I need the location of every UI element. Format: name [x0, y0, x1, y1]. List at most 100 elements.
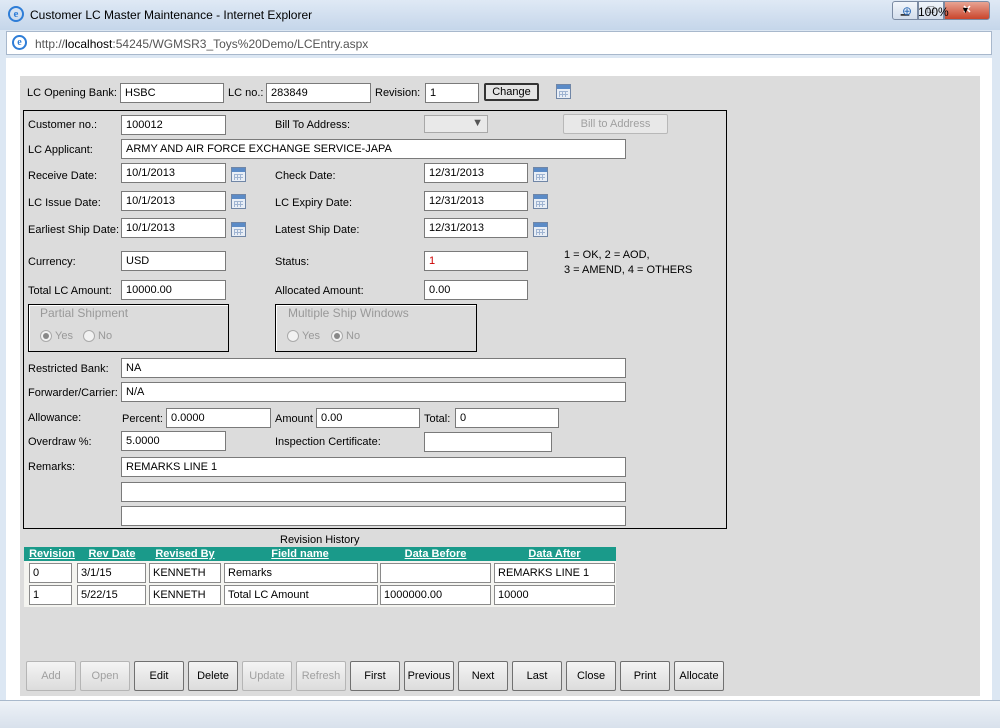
chevron-down-icon: ▼ [472, 117, 483, 129]
percent-label: Percent: [122, 413, 163, 425]
first-button[interactable]: First [350, 661, 400, 691]
lc-applicant-label: LC Applicant: [28, 144, 93, 156]
edit-button[interactable]: Edit [134, 661, 184, 691]
allocated-amount-label: Allocated Amount: [275, 285, 364, 297]
allowance-total-label: Total: [424, 413, 451, 425]
zoom-icon[interactable]: ⊕ [902, 4, 912, 18]
multi-no-label: No [346, 330, 361, 342]
partial-no-radio[interactable] [83, 330, 95, 342]
col-header-revision[interactable]: Revision [24, 547, 80, 561]
col-header-field-name[interactable]: Field name [222, 547, 378, 561]
address-bar[interactable]: e http://localhost:54245/WGMSR3_Toys%20D… [6, 31, 992, 55]
table-cell: 1 [29, 585, 72, 605]
lc-applicant-input[interactable]: ARMY AND AIR FORCE EXCHANGE SERVICE-JAPA [121, 139, 626, 159]
calendar-icon[interactable] [556, 84, 571, 99]
inspection-certificate-label: Inspection Certificate: [275, 436, 381, 448]
calendar-icon[interactable] [533, 194, 548, 209]
remarks-line3-input[interactable] [121, 506, 626, 526]
calendar-icon[interactable] [533, 222, 548, 237]
lc-expiry-date-label: LC Expiry Date: [275, 197, 353, 209]
url-scheme: http:// [35, 37, 66, 51]
col-header-data-before[interactable]: Data Before [378, 547, 493, 561]
table-cell [380, 563, 491, 583]
allowance-label: Allowance: [28, 412, 82, 424]
calendar-icon[interactable] [533, 167, 548, 182]
partial-yes-radio[interactable] [40, 330, 52, 342]
multi-no-radio[interactable] [331, 330, 343, 342]
table-cell: REMARKS LINE 1 [494, 563, 615, 583]
close-button[interactable]: Close [566, 661, 616, 691]
allocated-amount-input[interactable]: 0.00 [424, 280, 528, 300]
update-button[interactable]: Update [242, 661, 292, 691]
remarks-line2-input[interactable] [121, 482, 626, 502]
partial-no-label: No [98, 330, 113, 342]
total-lc-amount-input[interactable]: 10000.00 [121, 280, 226, 300]
lc-opening-bank-label: LC Opening Bank: [27, 87, 117, 99]
overdraw-input[interactable]: 5.0000 [121, 431, 226, 451]
add-button[interactable]: Add [26, 661, 76, 691]
lc-issue-date-input[interactable]: 10/1/2013 [121, 191, 226, 211]
bill-to-address-label: Bill To Address: [275, 119, 351, 131]
previous-button[interactable]: Previous [404, 661, 454, 691]
forwarder-carrier-input[interactable]: N/A [121, 382, 626, 402]
bill-to-address-button[interactable]: Bill to Address [563, 114, 668, 134]
col-header-rev-date[interactable]: Rev Date [76, 547, 148, 561]
inspection-certificate-input[interactable] [424, 432, 552, 452]
latest-ship-date-input[interactable]: 12/31/2013 [424, 218, 528, 238]
currency-input[interactable]: USD [121, 251, 226, 271]
earliest-ship-date-input[interactable]: 10/1/2013 [121, 218, 226, 238]
table-cell: 0 [29, 563, 72, 583]
address-url[interactable]: http://localhost:54245/WGMSR3_Toys%20Dem… [35, 37, 368, 51]
multi-yes-radio[interactable] [287, 330, 299, 342]
table-cell: 3/1/15 [77, 563, 146, 583]
revision-label: Revision: [375, 87, 421, 99]
revision-input[interactable]: 1 [425, 83, 479, 103]
last-button[interactable]: Last [512, 661, 562, 691]
percent-input[interactable]: 0.0000 [166, 408, 271, 428]
delete-button[interactable]: Delete [188, 661, 238, 691]
status-input[interactable]: 1 [424, 251, 528, 271]
col-header-revised-by[interactable]: Revised By [148, 547, 222, 561]
refresh-button[interactable]: Refresh [296, 661, 346, 691]
status-legend-line2: 3 = AMEND, 4 = OTHERS [564, 264, 693, 276]
chevron-down-icon[interactable]: ▼ [961, 5, 970, 15]
table-cell: Remarks [224, 563, 378, 583]
restricted-bank-label: Restricted Bank: [28, 363, 109, 375]
table-cell: KENNETH [149, 563, 221, 583]
customer-no-input[interactable]: 100012 [121, 115, 226, 135]
earliest-ship-date-label: Earliest Ship Date: [28, 224, 120, 236]
lc-no-input[interactable]: 283849 [266, 83, 371, 103]
revision-history-title: Revision History [280, 534, 360, 546]
next-button[interactable]: Next [458, 661, 508, 691]
col-header-data-after[interactable]: Data After [493, 547, 616, 561]
table-cell: Total LC Amount [224, 585, 378, 605]
bill-to-address-select[interactable]: ▼ [424, 115, 488, 133]
status-legend-line1: 1 = OK, 2 = AOD, [564, 249, 650, 261]
table-cell: KENNETH [149, 585, 221, 605]
calendar-icon[interactable] [231, 167, 246, 182]
remarks-line1-input[interactable]: REMARKS LINE 1 [121, 457, 626, 477]
latest-ship-date-label: Latest Ship Date: [275, 224, 360, 236]
calendar-icon[interactable] [231, 194, 246, 209]
print-button[interactable]: Print [620, 661, 670, 691]
lc-opening-bank-input[interactable]: HSBC [120, 83, 224, 103]
allocate-button[interactable]: Allocate [674, 661, 724, 691]
customer-no-label: Customer no.: [28, 119, 98, 131]
window-title: Customer LC Master Maintenance - Interne… [30, 8, 313, 22]
change-button[interactable]: Change [484, 83, 539, 101]
check-date-input[interactable]: 12/31/2013 [424, 163, 528, 183]
page-ie-icon: e [12, 35, 27, 50]
allowance-total-input[interactable]: 0 [455, 408, 559, 428]
zoom-level[interactable]: 100% [918, 5, 949, 19]
amount-input[interactable]: 0.00 [316, 408, 420, 428]
lc-no-label: LC no.: [228, 87, 264, 99]
ie-icon: e [8, 6, 24, 22]
lc-expiry-date-input[interactable]: 12/31/2013 [424, 191, 528, 211]
receive-date-input[interactable]: 10/1/2013 [121, 163, 226, 183]
lc-issue-date-label: LC Issue Date: [28, 197, 101, 209]
calendar-icon[interactable] [231, 222, 246, 237]
receive-date-label: Receive Date: [28, 170, 98, 182]
url-host: localhost [65, 37, 113, 51]
restricted-bank-input[interactable]: NA [121, 358, 626, 378]
open-button[interactable]: Open [80, 661, 130, 691]
